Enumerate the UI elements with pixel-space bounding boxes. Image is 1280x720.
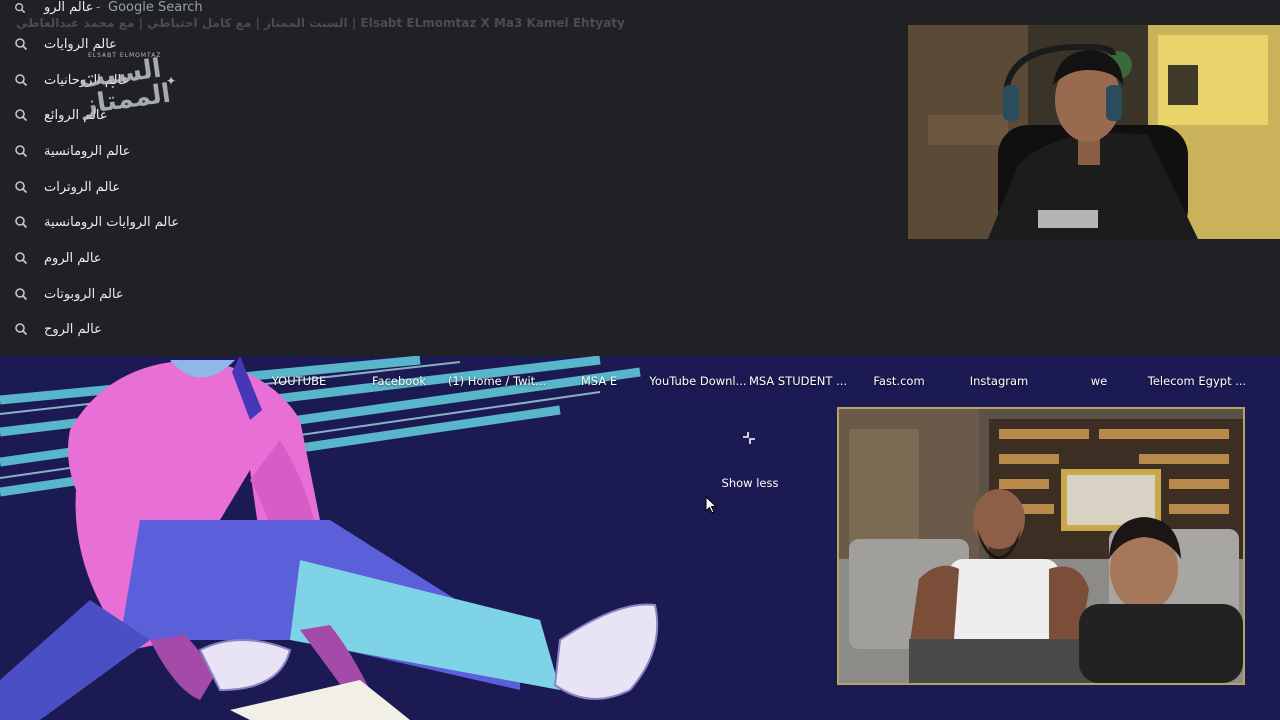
shortcut-instagram[interactable]: Instagram — [970, 374, 1029, 388]
search-icon — [15, 109, 28, 122]
suggestion-text: عالم الروايات الرومانسية — [44, 214, 180, 230]
search-icon — [15, 181, 28, 194]
search-icon — [15, 288, 28, 301]
webcam-feed-image — [908, 25, 1280, 239]
separator: - — [96, 0, 101, 14]
shortcut-we[interactable]: we — [1091, 374, 1107, 388]
suggestion-item[interactable]: عالم الروح — [0, 313, 900, 345]
shortcut-youtube[interactable]: YOUTUBE — [272, 374, 326, 388]
suggestion-item[interactable]: عالم الروم — [0, 242, 900, 274]
search-icon — [15, 74, 28, 87]
suggestion-text: عالم الروبوتات — [44, 286, 124, 302]
mouse-cursor-icon — [705, 496, 717, 514]
shortcut-msa-e[interactable]: MSA E — [581, 374, 617, 388]
shortcuts-bar: YOUTUBE Facebook (1) Home / Twit... MSA … — [0, 374, 1280, 396]
search-icon — [15, 323, 28, 336]
suggestion-text: عالم الروم — [44, 250, 102, 266]
suggestion-item[interactable]: عالم الرومانسية — [0, 135, 900, 167]
guest-video-image — [839, 409, 1243, 683]
collapse-icon — [743, 432, 755, 444]
streamer-webcam — [908, 25, 1280, 239]
omnibox-query-row[interactable]: عالم الرو - Google Search — [0, 0, 900, 16]
show-less-button[interactable]: Show less — [722, 430, 778, 494]
suggestion-text: عالم الروترات — [44, 179, 121, 195]
channel-watermark-logo: ELSABT ELMOMTAZ السبت الممتاز ✦ — [70, 52, 180, 130]
suggestion-item[interactable]: عالم الروبوتات — [0, 278, 900, 310]
suggestion-text: عالم الرومانسية — [44, 143, 131, 159]
show-less-label: Show less — [721, 476, 779, 490]
shortcut-msa-student[interactable]: MSA STUDENT ... — [749, 374, 847, 388]
guest-video-overlay — [837, 407, 1245, 685]
shortcut-youtube-downloader[interactable]: YouTube Downl... — [649, 374, 746, 388]
shortcut-fast-com[interactable]: Fast.com — [873, 374, 924, 388]
search-icon — [15, 38, 28, 51]
shortcut-telecom-egypt[interactable]: Telecom Egypt ... — [1148, 374, 1246, 388]
suggestion-item[interactable]: عالم الروايات الرومانسية — [0, 206, 900, 238]
suggestion-text: عالم الروح — [44, 321, 102, 337]
search-icon — [15, 145, 28, 158]
shortcut-facebook[interactable]: Facebook — [372, 374, 426, 388]
shortcut-twitter[interactable]: (1) Home / Twit... — [448, 374, 546, 388]
sparkle-icon: ✦ — [166, 74, 177, 88]
suggestion-text: عالم الروايات — [44, 36, 117, 52]
search-provider-label: Google Search — [108, 0, 203, 15]
suggestion-item[interactable]: عالم الروترات — [0, 171, 900, 203]
search-icon — [15, 252, 28, 265]
search-icon — [15, 3, 26, 14]
omnibox-query-text: عالم الرو — [44, 0, 94, 15]
search-icon — [15, 216, 28, 229]
